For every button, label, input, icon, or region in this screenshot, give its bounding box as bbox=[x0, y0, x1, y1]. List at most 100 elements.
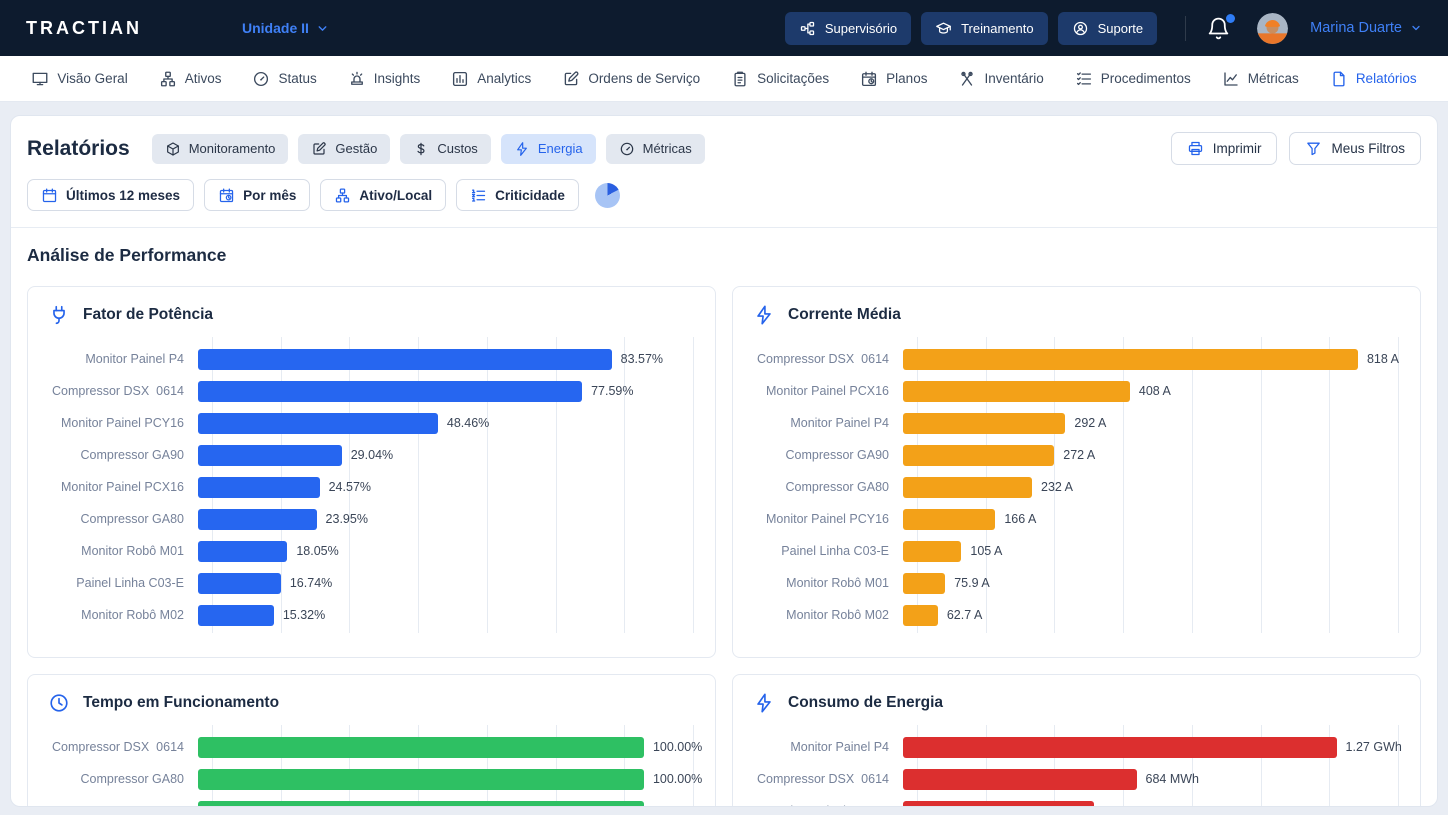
chart-title: Tempo em Funcionamento bbox=[83, 694, 279, 712]
treinamento-button[interactable]: Treinamento bbox=[921, 12, 1048, 45]
filter-ativo-local[interactable]: Ativo/Local bbox=[320, 179, 446, 211]
chart-row: Compressor GA80232 A bbox=[753, 471, 1400, 503]
reports-header: Relatórios Monitoramento Gestão Custos Ener… bbox=[27, 132, 1421, 165]
tab-metricas[interactable]: Métricas bbox=[1222, 70, 1299, 88]
bar bbox=[198, 573, 281, 594]
chip-metricas[interactable]: Métricas bbox=[606, 134, 705, 164]
notifications-button[interactable] bbox=[1185, 16, 1231, 41]
calendar-icon bbox=[41, 187, 58, 204]
bar-category-label: Compressor GA80 bbox=[753, 480, 903, 494]
org-chart-icon bbox=[799, 20, 816, 37]
topbar-actions: Supervisório Treinamento Suporte bbox=[785, 12, 1157, 45]
bar-category-label: Painel Linha C03-E bbox=[48, 576, 198, 590]
tab-label: Ativos bbox=[185, 71, 222, 86]
chart-row: Monitor Robô M0262.7 A bbox=[753, 599, 1400, 631]
suporte-button[interactable]: Suporte bbox=[1058, 12, 1158, 45]
filter-ultimos-12-meses[interactable]: Últimos 12 meses bbox=[27, 179, 194, 211]
bar-plot-area: 292 A bbox=[903, 413, 1400, 434]
chip-gestao[interactable]: Gestão bbox=[298, 134, 390, 164]
bar-value-label: 684 MWh bbox=[1146, 772, 1200, 786]
chart-title: Fator de Potência bbox=[83, 306, 213, 324]
bar bbox=[903, 541, 961, 562]
chart-card-consumo-de-energia: Consumo de EnergiaMonitor Painel P41.27 … bbox=[732, 674, 1421, 807]
filter-label: Criticidade bbox=[495, 188, 565, 203]
bar bbox=[198, 541, 287, 562]
cube-icon bbox=[165, 141, 181, 157]
tab-procedimentos[interactable]: Procedimentos bbox=[1075, 70, 1191, 88]
tab-ativos[interactable]: Ativos bbox=[159, 70, 222, 88]
filter-por-mes[interactable]: Por mês bbox=[204, 179, 310, 211]
print-button[interactable]: Imprimir bbox=[1171, 132, 1278, 165]
tab-label: Analytics bbox=[477, 71, 531, 86]
filter-label: Ativo/Local bbox=[359, 188, 432, 203]
chart-card-corrente-media: Corrente MédiaCompressor DSX 0614818 AMo… bbox=[732, 286, 1421, 658]
clock-icon bbox=[48, 692, 70, 714]
chart-title: Corrente Média bbox=[788, 306, 901, 324]
edit-square-icon bbox=[562, 70, 580, 88]
unit-selector[interactable]: Unidade II bbox=[242, 20, 329, 36]
pie-progress-indicator bbox=[595, 183, 620, 208]
chip-label: Energia bbox=[538, 141, 583, 156]
bar-plot-area bbox=[903, 801, 1400, 808]
tab-planos[interactable]: Planos bbox=[860, 70, 927, 88]
bar-plot-area: 684 MWh bbox=[903, 769, 1400, 790]
chip-custos[interactable]: Custos bbox=[400, 134, 490, 164]
bar bbox=[903, 445, 1054, 466]
button-label: Suporte bbox=[1098, 21, 1144, 36]
bar bbox=[903, 413, 1065, 434]
tab-label: Inventário bbox=[984, 71, 1043, 86]
bar-category-label: Monitor Painel P4 bbox=[753, 740, 903, 754]
page-title: Relatórios bbox=[27, 137, 130, 161]
chip-label: Gestão bbox=[335, 141, 377, 156]
tab-inventario[interactable]: Inventário bbox=[958, 70, 1043, 88]
filter-label: Por mês bbox=[243, 188, 296, 203]
filter-row: Últimos 12 meses Por mês Ativo/Local Critic… bbox=[27, 179, 1421, 211]
tools-icon bbox=[958, 70, 976, 88]
chart-row: Compressor DSX 0614100.00% bbox=[48, 731, 695, 763]
bar-plot-area: 29.04% bbox=[198, 445, 695, 466]
tab-visao-geral[interactable]: Visão Geral bbox=[31, 70, 127, 88]
bar-plot-area: 232 A bbox=[903, 477, 1400, 498]
tab-label: Status bbox=[278, 71, 316, 86]
bar-category-label: Monitor Robô M01 bbox=[753, 576, 903, 590]
tab-analytics[interactable]: Analytics bbox=[451, 70, 531, 88]
supervisorio-button[interactable]: Supervisório bbox=[785, 12, 911, 45]
bar-value-label: 408 A bbox=[1139, 384, 1171, 398]
tab-status[interactable]: Status bbox=[252, 70, 316, 88]
bar-value-label: 16.74% bbox=[290, 576, 332, 590]
tab-solicitacoes[interactable]: Solicitações bbox=[731, 70, 829, 88]
bar bbox=[198, 737, 644, 758]
bar-plot-area: 23.95% bbox=[198, 509, 695, 530]
chart-row: Compressor GA9029.04% bbox=[48, 439, 695, 471]
tab-label: Relatórios bbox=[1356, 71, 1417, 86]
bar-plot-area: 83.57% bbox=[198, 349, 695, 370]
bar-chart: Compressor DSX 0614100.00%Compressor GA8… bbox=[48, 731, 695, 807]
tab-ordens-de-servico[interactable]: Ordens de Serviço bbox=[562, 70, 700, 88]
chart-row: Compressor DSX 0614684 MWh bbox=[753, 763, 1400, 795]
chevron-down-icon bbox=[316, 22, 329, 35]
bar bbox=[903, 573, 945, 594]
bar-plot-area: 15.32% bbox=[198, 605, 695, 626]
bar-category-label: Compressor DSX 0614 bbox=[753, 352, 903, 366]
bar-value-label: 166 A bbox=[1004, 512, 1036, 526]
chart-row: Monitor Robô M01 75.9 A bbox=[753, 567, 1400, 599]
chart-row: Painel Linha C03-E105 A bbox=[753, 535, 1400, 567]
bar-value-label: 75.9 A bbox=[954, 576, 989, 590]
chip-monitoramento[interactable]: Monitoramento bbox=[152, 134, 289, 164]
my-filters-button[interactable]: Meus Filtros bbox=[1289, 132, 1421, 165]
tab-label: Procedimentos bbox=[1101, 71, 1191, 86]
filter-criticidade[interactable]: Criticidade bbox=[456, 179, 579, 211]
tab-relatorios[interactable]: Relatórios bbox=[1330, 70, 1417, 88]
chart-card-fator-de-potencia: Fator de PotênciaMonitor Painel P483.57%… bbox=[27, 286, 716, 658]
avatar[interactable] bbox=[1257, 13, 1288, 44]
bar-plot-area bbox=[198, 801, 695, 808]
chip-energia[interactable]: Energia bbox=[501, 134, 596, 164]
printer-icon bbox=[1187, 140, 1204, 157]
tab-insights[interactable]: Insights bbox=[348, 70, 421, 88]
brand-logo: TRACTIAN bbox=[26, 18, 142, 39]
charts-grid: Fator de Potência Monitor Painel P4 83.57%… bbox=[27, 286, 1421, 807]
bar-category-label: Compressor GA90 bbox=[48, 448, 198, 462]
bar-value-label: 18.05% bbox=[296, 544, 338, 558]
hierarchy-icon bbox=[159, 70, 177, 88]
user-menu[interactable]: Marina Duarte bbox=[1310, 20, 1422, 36]
